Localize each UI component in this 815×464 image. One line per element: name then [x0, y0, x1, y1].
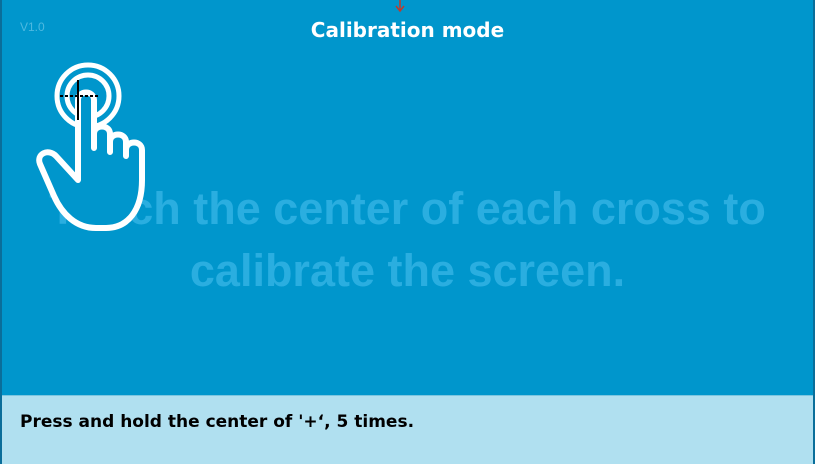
crosshair-icon[interactable]: [50, 72, 110, 132]
hint-bar: Press and hold the center of '+‘, 5 time…: [2, 395, 813, 464]
arrow-down-icon: [395, 0, 405, 13]
calibration-screen[interactable]: V1.0 Calibration mode Touch the center o…: [0, 0, 815, 464]
hint-text: Press and hold the center of '+‘, 5 time…: [20, 412, 415, 432]
instruction-line-2: calibrate the screen.: [189, 245, 626, 296]
page-title: Calibration mode: [310, 18, 505, 42]
